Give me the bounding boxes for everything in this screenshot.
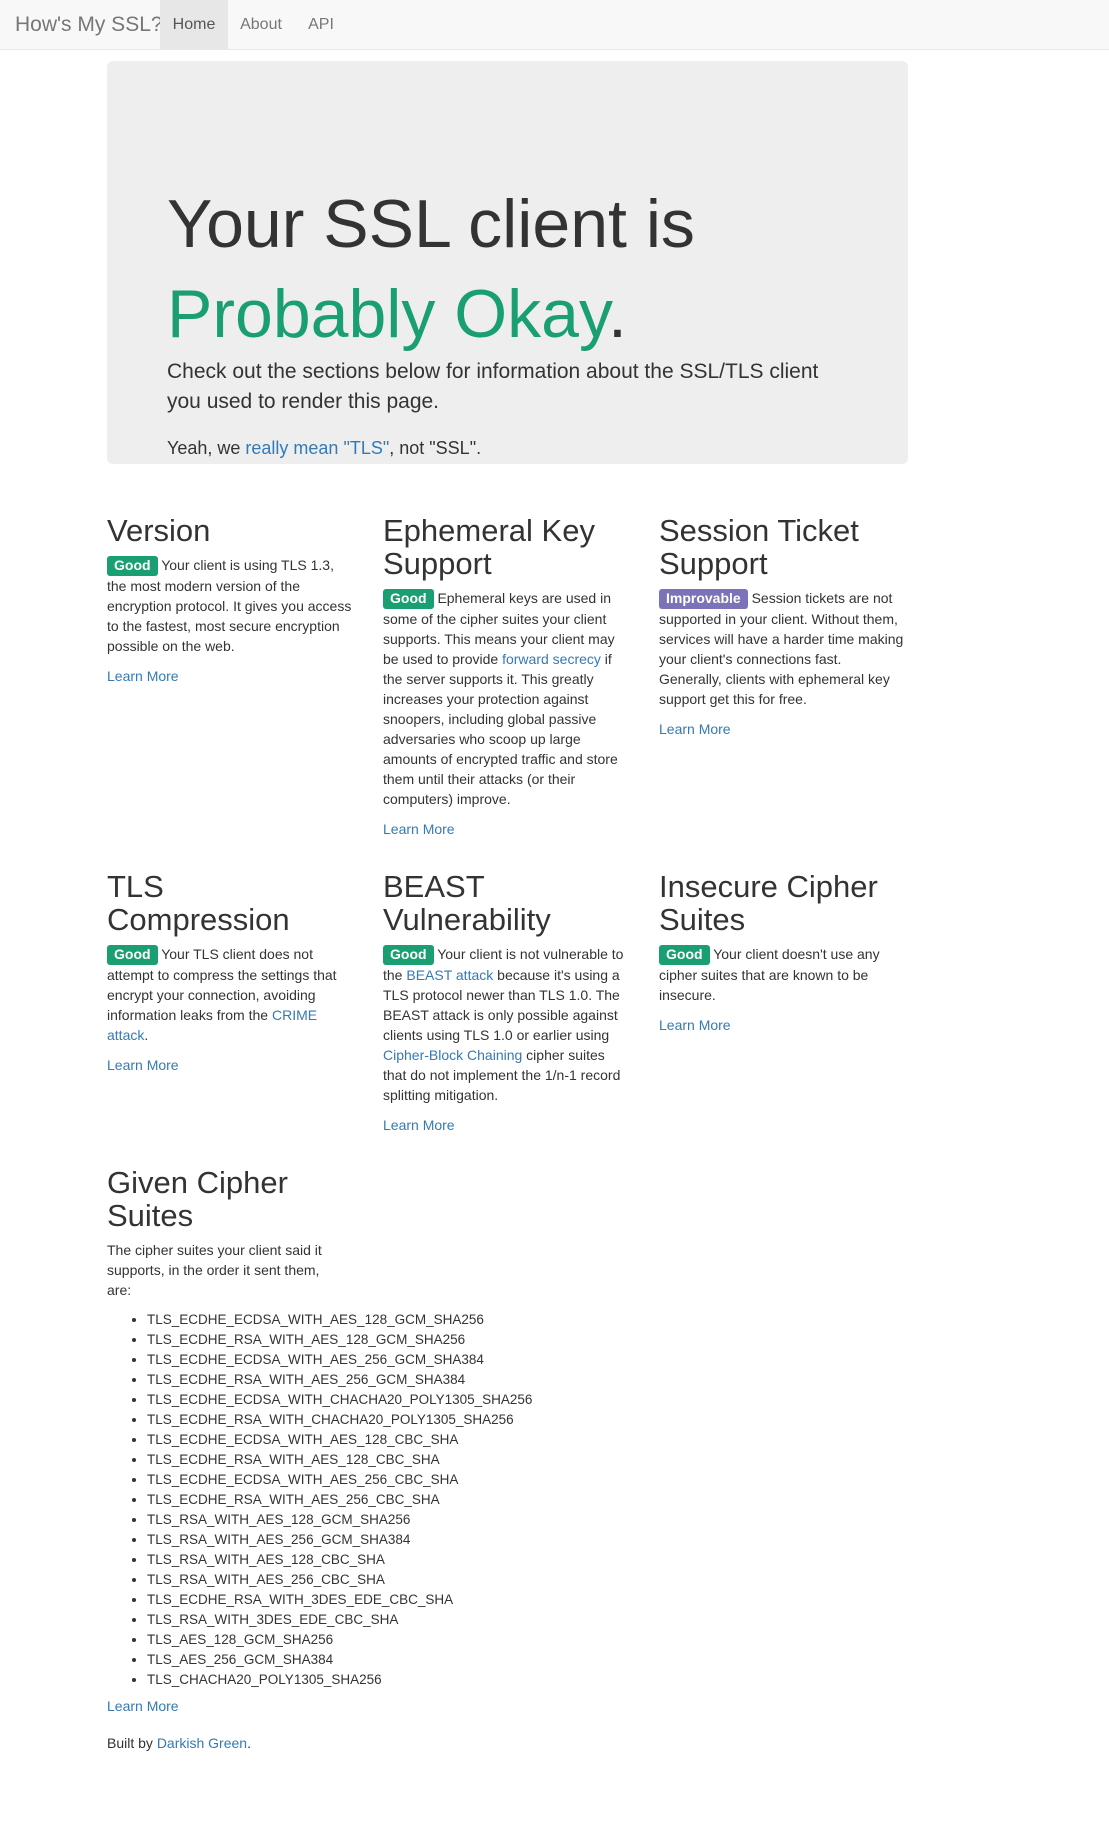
forward-secrecy-link[interactable]: forward secrecy — [502, 651, 601, 667]
learn-more-link[interactable]: Learn More — [659, 1015, 905, 1035]
section-title: TLS Compression — [107, 869, 290, 937]
section-version: Version Good Your client is using TLS 1.… — [107, 514, 353, 686]
cipher-list-item: TLS_RSA_WITH_AES_128_CBC_SHA — [147, 1550, 707, 1570]
cipher-list-item: TLS_RSA_WITH_AES_128_GCM_SHA256 — [147, 1510, 707, 1530]
hero-note: Yeah, we really mean "TLS", not "SSL". — [167, 435, 481, 461]
nav-api[interactable]: API — [294, 0, 348, 49]
section-text: . — [144, 1027, 149, 1043]
footer-prefix: Built by — [107, 1735, 157, 1751]
section-title: Insecure Cipher Suites — [659, 869, 878, 937]
rating-text: Probably Okay — [167, 276, 608, 352]
learn-more-link[interactable]: Learn More — [107, 1696, 707, 1716]
cipher-block-chaining-link[interactable]: Cipher-Block Chaining — [383, 1047, 522, 1063]
cipher-list-item: TLS_RSA_WITH_AES_256_GCM_SHA384 — [147, 1530, 707, 1550]
learn-more-link[interactable]: Learn More — [107, 1055, 353, 1075]
status-badge: Good — [107, 556, 158, 576]
status-badge: Good — [383, 589, 434, 609]
darkish-green-link[interactable]: Darkish Green — [157, 1735, 247, 1751]
section-body: Good Your client is not vulnerable to th… — [383, 944, 629, 1105]
cipher-list-item: TLS_ECDHE_RSA_WITH_CHACHA20_POLY1305_SHA… — [147, 1410, 707, 1430]
cipher-list-item: TLS_ECDHE_RSA_WITH_AES_128_CBC_SHA — [147, 1450, 707, 1470]
cipher-list-item: TLS_ECDHE_ECDSA_WITH_AES_128_CBC_SHA — [147, 1430, 707, 1450]
beast-attack-link[interactable]: BEAST attack — [406, 967, 493, 983]
cipher-list-item: TLS_ECDHE_RSA_WITH_AES_256_GCM_SHA384 — [147, 1370, 707, 1390]
section-title: Session Ticket Support — [659, 513, 859, 581]
rating-suffix: . — [607, 276, 627, 352]
status-badge: Good — [659, 945, 710, 965]
cipher-list-item: TLS_ECDHE_ECDSA_WITH_CHACHA20_POLY1305_S… — [147, 1390, 707, 1410]
navbar: How's My SSL? Home About API — [0, 0, 1109, 50]
cipher-list-item: TLS_AES_256_GCM_SHA384 — [147, 1650, 707, 1670]
cipher-list-item: TLS_CHACHA20_POLY1305_SHA256 — [147, 1670, 707, 1690]
section-text: The cipher suites your client said it su… — [107, 1242, 322, 1298]
nav-about[interactable]: About — [228, 0, 294, 49]
section-title: BEAST Vulnerability — [383, 869, 551, 937]
cipher-list-item: TLS_RSA_WITH_AES_256_CBC_SHA — [147, 1570, 707, 1590]
hero-rating: Probably Okay. — [167, 269, 627, 360]
really-mean-tls-link[interactable]: really mean "TLS" — [245, 438, 389, 458]
status-badge: Good — [383, 945, 434, 965]
learn-more-link[interactable]: Learn More — [383, 1115, 629, 1135]
cipher-list-item: TLS_ECDHE_RSA_WITH_AES_256_CBC_SHA — [147, 1490, 707, 1510]
section-body: Good Your client is using TLS 1.3, the m… — [107, 555, 353, 656]
note-suffix: , not "SSL". — [389, 438, 482, 458]
section-body: Good Your client doesn't use any cipher … — [659, 944, 905, 1005]
hero-panel: Your SSL client is Probably Okay. Check … — [107, 61, 908, 464]
section-title: Given Cipher Suites — [107, 1165, 288, 1233]
section-title: Version — [107, 513, 211, 548]
section-title: Ephemeral Key Support — [383, 513, 595, 581]
learn-more-link[interactable]: Learn More — [383, 819, 629, 839]
nav-home[interactable]: Home — [160, 0, 228, 49]
cipher-list: TLS_ECDHE_ECDSA_WITH_AES_128_GCM_SHA256T… — [107, 1310, 707, 1690]
section-beast: BEAST Vulnerability Good Your client is … — [383, 870, 629, 1135]
brand-link[interactable]: How's My SSL? — [15, 0, 163, 50]
footer-suffix: . — [247, 1735, 251, 1751]
section-ephemeral-key: Ephemeral Key Support Good Ephemeral key… — [383, 514, 629, 839]
status-badge: Improvable — [659, 589, 748, 609]
learn-more-link[interactable]: Learn More — [107, 666, 353, 686]
cipher-list-item: TLS_ECDHE_ECDSA_WITH_AES_256_GCM_SHA384 — [147, 1350, 707, 1370]
learn-more-link[interactable]: Learn More — [659, 719, 905, 739]
cipher-list-item: TLS_ECDHE_ECDSA_WITH_AES_128_GCM_SHA256 — [147, 1310, 707, 1330]
section-tls-compression: TLS Compression Good Your TLS client doe… — [107, 870, 353, 1075]
section-text: if the server supports it. This greatly … — [383, 651, 618, 807]
note-prefix: Yeah, we — [167, 438, 246, 458]
section-body: Good Ephemeral keys are used in some of … — [383, 588, 629, 809]
section-body: Improvable Session tickets are not suppo… — [659, 588, 905, 709]
section-insecure-ciphers: Insecure Cipher Suites Good Your client … — [659, 870, 905, 1035]
cipher-list-item: TLS_RSA_WITH_3DES_EDE_CBC_SHA — [147, 1610, 707, 1630]
cipher-list-item: TLS_ECDHE_ECDSA_WITH_AES_256_CBC_SHA — [147, 1470, 707, 1490]
status-badge: Good — [107, 945, 158, 965]
section-body: Good Your TLS client does not attempt to… — [107, 944, 353, 1045]
section-given-ciphers: Given Cipher Suites The cipher suites yo… — [107, 1166, 707, 1716]
cipher-list-item: TLS_ECDHE_RSA_WITH_AES_128_GCM_SHA256 — [147, 1330, 707, 1350]
cipher-list-item: TLS_ECDHE_RSA_WITH_3DES_EDE_CBC_SHA — [147, 1590, 707, 1610]
cipher-list-item: TLS_AES_128_GCM_SHA256 — [147, 1630, 707, 1650]
section-session-ticket: Session Ticket Support Improvable Sessio… — [659, 514, 905, 739]
footer: Built by Darkish Green. — [107, 1733, 251, 1753]
hero-lead: Check out the sections below for informa… — [167, 360, 819, 413]
hero-title: Your SSL client is — [167, 186, 695, 262]
